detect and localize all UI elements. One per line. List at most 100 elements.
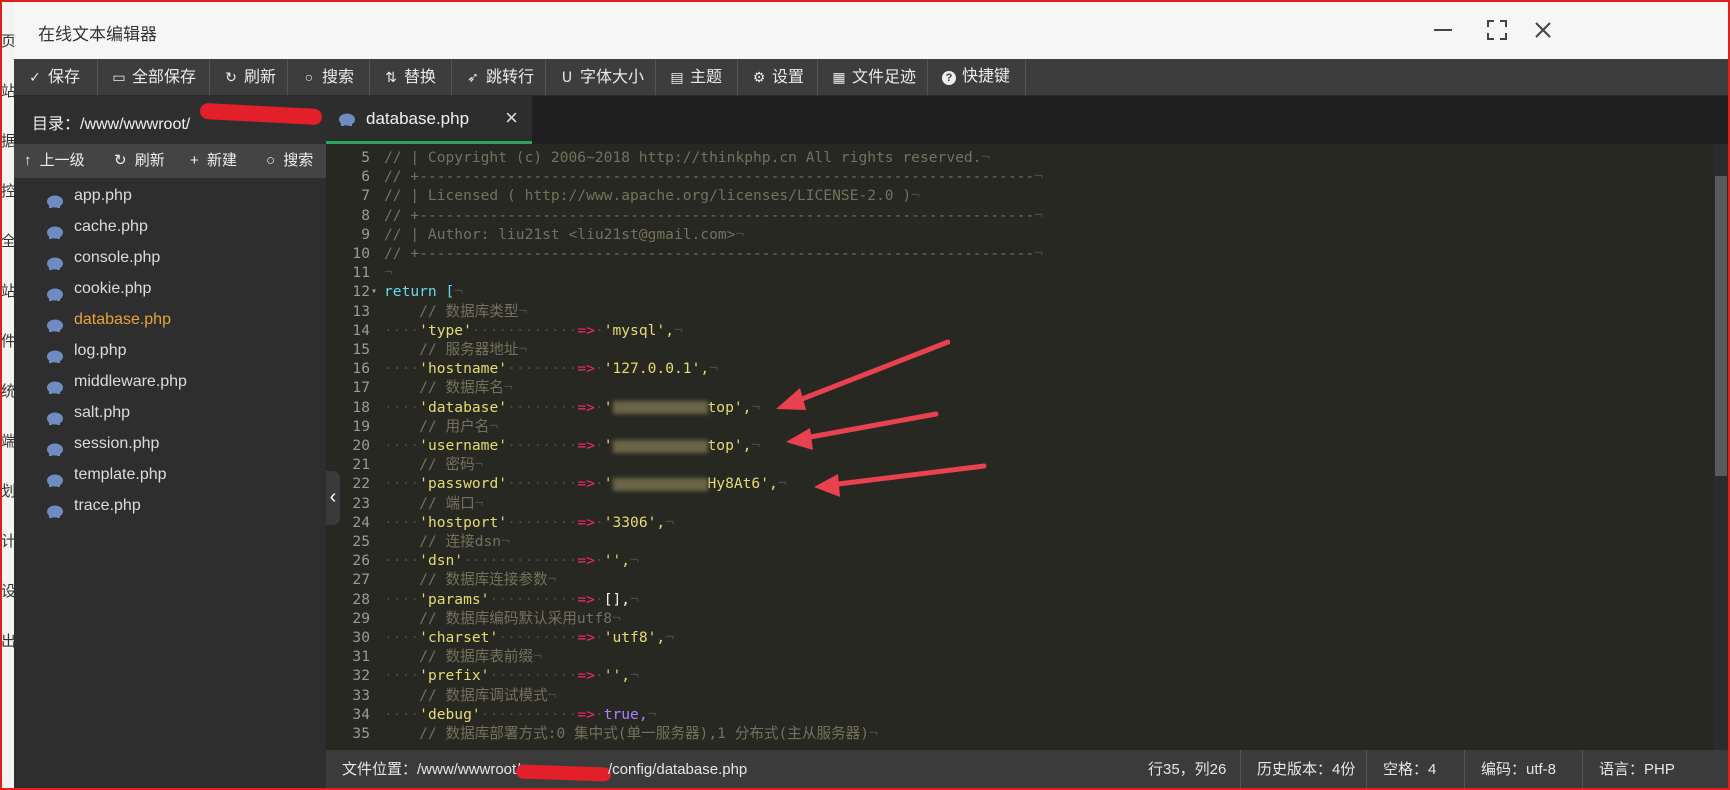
code-line: 7 // | Licensed ( http://www.apache.org/l… <box>326 186 1706 205</box>
toolbar-button-2[interactable]: ▭ 全部保存 <box>98 59 210 95</box>
file-name: console.php <box>74 249 161 266</box>
file-item[interactable]: app.php <box>46 182 132 210</box>
title-bar: 在线文本编辑器 <box>14 0 1728 60</box>
file-item[interactable]: console.php <box>46 244 160 272</box>
code-text: ····'hostname'········=>·'127.0.0.1',¬ <box>384 360 718 378</box>
language-setting[interactable]: 语言：PHP <box>1582 750 1675 790</box>
toolbar-button-5[interactable]: ⇅ 替换 <box>370 59 452 95</box>
code-line: 17 // 数据库名¬ <box>326 378 1706 397</box>
redaction-mark <box>515 764 612 782</box>
indent-setting[interactable]: 空格：4 <box>1366 750 1436 790</box>
sidebar-tool-4[interactable]: ○ 搜索 <box>266 144 313 178</box>
sidebar-tool-1[interactable]: ↑ 上一级 <box>24 144 85 178</box>
sidebar-tool-3[interactable]: + 新建 <box>190 144 237 178</box>
code-line: 20 ····'username'········=>·' top',¬ <box>326 436 1706 455</box>
directory-path: 目录：/www/wwwroot/ <box>32 116 191 133</box>
file-name: database.php <box>74 311 171 328</box>
code-line: 16 ····'hostname'········=>·'127.0.0.1',¬ <box>326 359 1706 378</box>
code-text: // +------------------------------------… <box>384 206 1043 224</box>
settings-icon: ⚙ <box>752 69 766 85</box>
fold-toggle-icon[interactable]: ▾ <box>371 282 377 301</box>
toolbar-button-4[interactable]: ○ 搜索 <box>288 59 370 95</box>
code-text: // 服务器地址¬ <box>384 341 528 358</box>
code-line: 6 // +-----------------------------------… <box>326 167 1706 186</box>
file-item[interactable]: middleware.php <box>46 368 187 396</box>
php-file-icon <box>46 469 64 487</box>
toolbar-button-1[interactable]: ✓ 保存 <box>14 59 98 95</box>
code-line: 5 // | Copyright (c) 2006~2018 http://thi… <box>326 148 1706 167</box>
line-number: 32 <box>352 667 370 685</box>
toolbar-button-9[interactable]: ⚙ 设置 <box>738 59 818 95</box>
toolbar-button-label: 保存 <box>48 69 81 86</box>
line-number: 27 <box>352 571 370 589</box>
toolbar-button-8[interactable]: ▤ 主题 <box>656 59 738 95</box>
toolbar-button-3[interactable]: ↻ 刷新 <box>210 59 288 95</box>
theme-icon: ▤ <box>670 69 684 85</box>
toolbar-button-label: 设置 <box>772 69 805 86</box>
maximize-icon[interactable] <box>1480 14 1514 46</box>
annotation-arrow <box>814 463 987 497</box>
code-text: ····'charset'·········=>·'utf8',¬ <box>384 629 674 646</box>
code-text: // | Licensed ( http://www.apache.org/li… <box>384 187 920 205</box>
file-item[interactable]: cookie.php <box>46 275 151 303</box>
minimize-icon[interactable] <box>1426 14 1460 46</box>
file-sidebar: 目录：/www/wwwroot/ ↑ 上一级 ↻ 刷新 + 新建 ○ 搜索 app.p… <box>14 96 326 790</box>
code-text: // 连接dsn¬ <box>384 533 510 550</box>
code-line: 21 // 密码¬ <box>326 455 1706 474</box>
code-area[interactable]: 5 // | Copyright (c) 2006~2018 http://thi… <box>326 144 1728 750</box>
code-text: ····'database'········=>·' top',¬ <box>384 398 761 416</box>
code-text: // 数据库表前缀¬ <box>384 648 542 666</box>
code-line: 25 // 连接dsn¬ <box>326 532 1706 551</box>
toolbar-button-7[interactable]: Ս 字体大小 <box>546 59 656 95</box>
php-file-icon <box>46 500 64 518</box>
search-icon: ○ <box>266 152 280 169</box>
file-item[interactable]: trace.php <box>46 492 141 520</box>
toolbar: ✓ 保存 ▭ 全部保存 ↻ 刷新 ○ 搜索 ⇅ 替换 ➶ 跳转行 Ս 字体大小 ▤ 主题 ⚙ 设置 ▦ 文件足迹? 快捷… <box>14 59 1728 96</box>
toolbar-button-11[interactable]: ? 快捷键 <box>928 59 1026 95</box>
encoding-setting[interactable]: 编码：utf-8 <box>1464 750 1556 790</box>
code-line: 23 // 端口¬ <box>326 494 1706 513</box>
tab-label: database.php <box>366 109 470 128</box>
php-file-icon <box>46 438 64 456</box>
tab-database-php[interactable]: database.php × <box>326 96 532 144</box>
code-text: ····'hostport'········=>·'3306',¬ <box>384 513 675 531</box>
file-item[interactable]: salt.php <box>46 399 130 427</box>
code-text: // +------------------------------------… <box>384 168 1043 186</box>
code-line: 34 ····'debug'···········=>·true,¬ <box>326 705 1706 724</box>
code-text: // 数据库名¬ <box>384 379 513 397</box>
code-text: ····'params'··········=>·[],¬ <box>384 590 639 608</box>
collapse-sidebar-button[interactable]: ‹ <box>326 471 340 525</box>
vertical-scrollbar[interactable] <box>1714 144 1728 750</box>
line-number: 10 <box>352 245 370 262</box>
close-icon[interactable] <box>1526 14 1560 46</box>
line-number: 25 <box>352 533 370 550</box>
code-editor[interactable]: database.php × 5 // | Copyright (c) 2006~… <box>326 96 1728 750</box>
code-text: // 用户名¬ <box>384 417 499 435</box>
annotation-arrow <box>776 339 950 410</box>
file-item[interactable]: session.php <box>46 430 159 458</box>
tab-close-icon[interactable]: × <box>505 105 518 131</box>
code-text: // 数据库类型¬ <box>384 302 528 320</box>
code-text: // 数据库连接参数¬ <box>384 571 557 589</box>
code-line: 31 // 数据库表前缀¬ <box>326 647 1706 666</box>
background-page-strip: 页站据控全站件统端划计设出 <box>0 0 16 790</box>
history-versions[interactable]: 历史版本：4份 <box>1240 750 1355 790</box>
line-number: 29 <box>352 609 370 627</box>
toolbar-button-label: 全部保存 <box>132 69 197 86</box>
toolbar-button-label: 搜索 <box>322 69 355 86</box>
file-item[interactable]: template.php <box>46 461 167 489</box>
php-file-icon <box>46 283 64 301</box>
toolbar-button-6[interactable]: ➶ 跳转行 <box>452 59 546 95</box>
file-item[interactable]: cache.php <box>46 213 148 241</box>
code-line: 28 ····'params'··········=>·[],¬ <box>326 590 1706 609</box>
line-number: 33 <box>352 686 370 704</box>
line-number: 6 <box>361 168 370 186</box>
line-number: 19 <box>352 417 370 435</box>
scrollbar-thumb[interactable] <box>1715 176 1727 476</box>
tab-bar: database.php × <box>326 96 1728 144</box>
sidebar-tool-2[interactable]: ↻ 刷新 <box>114 144 165 178</box>
file-item[interactable]: database.php <box>46 306 171 334</box>
file-item[interactable]: log.php <box>46 337 127 365</box>
toolbar-button-10[interactable]: ▦ 文件足迹 <box>818 59 928 95</box>
up-icon: ↑ <box>24 152 36 169</box>
